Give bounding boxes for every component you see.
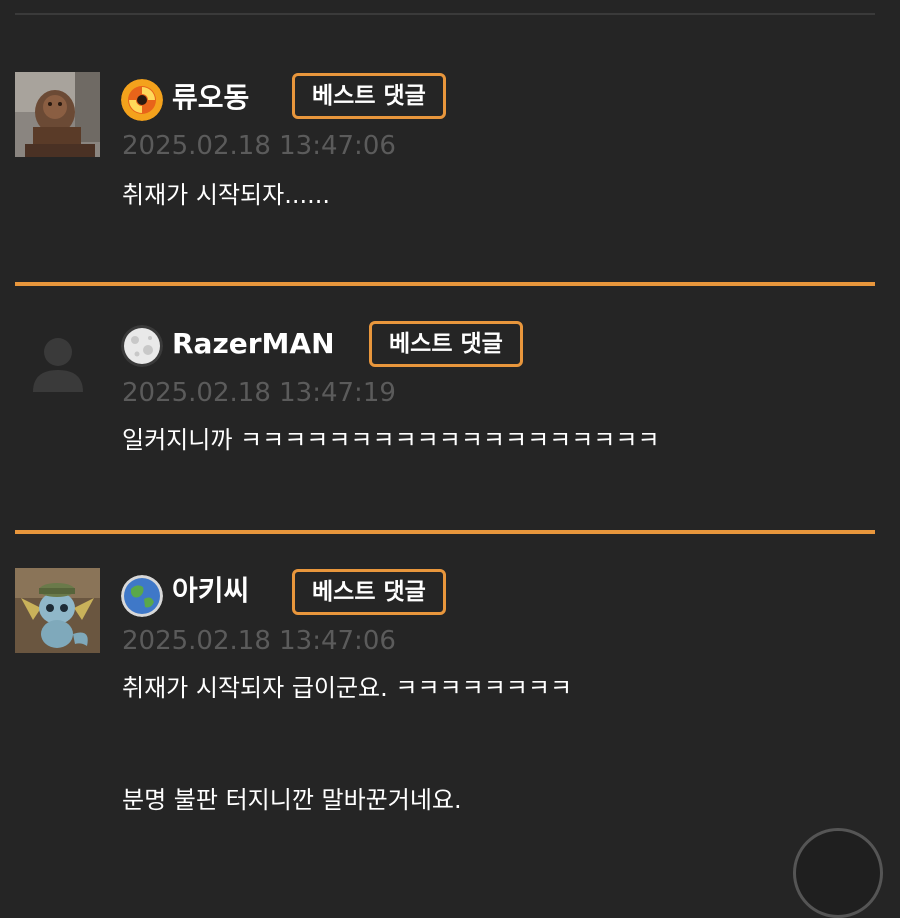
comment-item: RazerMAN 베스트 댓글 2025.02.18 13:47:19 일커지니… (0, 320, 900, 480)
username[interactable]: 류오동 (172, 78, 249, 118)
default-person-avatar[interactable] (25, 330, 91, 396)
best-comment-badge: 베스트 댓글 (292, 73, 446, 119)
flame-level-icon (121, 79, 163, 121)
username[interactable]: 아키씨 (172, 571, 249, 611)
timestamp: 2025.02.18 13:47:06 (122, 626, 396, 656)
lion-statue-avatar[interactable] (15, 72, 100, 157)
username[interactable]: RazerMAN (172, 324, 335, 364)
earth-level-icon (121, 575, 163, 617)
creature-avatar[interactable] (15, 568, 100, 653)
comment-text: 분명 불판 터지니깐 말바꾼거네요. (122, 786, 462, 814)
comment-divider (15, 282, 875, 286)
timestamp: 2025.02.18 13:47:19 (122, 378, 396, 408)
timestamp: 2025.02.18 13:47:06 (122, 131, 396, 161)
comment-text: 취재가 시작되자 급이군요. ㅋㅋㅋㅋㅋㅋㅋㅋ (122, 674, 573, 702)
comment-text: 일커지니까 ㅋㅋㅋㅋㅋㅋㅋㅋㅋㅋㅋㅋㅋㅋㅋㅋㅋㅋㅋ (122, 426, 660, 454)
best-comment-badge: 베스트 댓글 (292, 569, 446, 615)
best-comment-badge: 베스트 댓글 (369, 321, 523, 367)
comment-item: 류오동 베스트 댓글 2025.02.18 13:47:06 취재가 시작되자.… (0, 72, 900, 232)
comment-item: 아키씨 베스트 댓글 2025.02.18 13:47:06 취재가 시작되자 … (0, 568, 900, 843)
comment-text: 취재가 시작되자...... (122, 181, 330, 209)
floating-action-button[interactable] (793, 828, 883, 918)
moon-level-icon (121, 325, 163, 367)
comment-divider (15, 530, 875, 534)
top-divider (15, 13, 875, 15)
